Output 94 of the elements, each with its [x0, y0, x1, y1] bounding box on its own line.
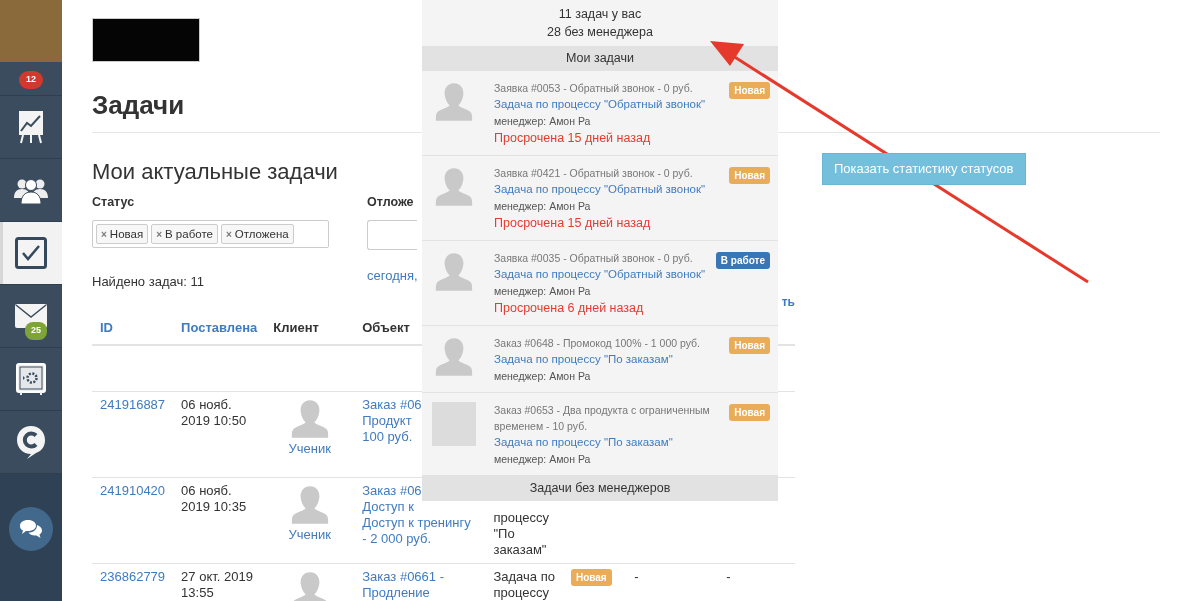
token-label: Новая [109, 227, 144, 240]
table-cell: - [726, 568, 731, 584]
task-source: Заказ #0648 - Промокод 100% - 1 000 руб. [494, 336, 702, 351]
status-badge: Новая [729, 82, 770, 99]
task-item[interactable]: Заявка #0421 - Обратный звонок - 0 руб. Задача по процессу "Обратный звонок" менеджер: Амон Ра Просрочена 15 дней назад Новая [422, 156, 778, 241]
object-link[interactable]: Доступ к тренингу [362, 514, 478, 531]
today-link[interactable]: сегодня, [367, 265, 418, 286]
status-select[interactable]: × Новая × В работе × Отложена [92, 219, 329, 248]
process-text: процессу [493, 584, 550, 601]
chat-icon [19, 519, 43, 539]
process-text: Задача по [493, 568, 555, 585]
page-title: Задачи [92, 90, 185, 120]
sidebar-item[interactable] [0, 222, 62, 285]
task-title-link[interactable]: Задача по процессу "Обратный звонок" [494, 266, 712, 283]
chart-board-icon [18, 110, 44, 144]
token-label: В работе [165, 227, 213, 240]
task-item[interactable]: Заявка #0053 - Обратный звонок - 0 руб. Задача по процессу "Обратный звонок" менеджер: Амон Ра Просрочена 15 дней назад Новая [422, 71, 778, 156]
overdue-text: Просрочена 15 дней назад [494, 215, 652, 232]
section-header: Мои задачи [422, 46, 778, 71]
sidebar-item[interactable] [0, 159, 62, 222]
column-header[interactable]: ID [100, 320, 113, 335]
status-badge: Новая [570, 568, 612, 586]
photo-placeholder [432, 402, 476, 446]
manager-text: менеджер: Амон Ра [494, 199, 592, 214]
date-text: 27 окт. 2019 [181, 568, 254, 585]
task-item[interactable]: Заказ #0648 - Промокод 100% - 1 000 руб. Задача по процессу "По заказам" менеджер: Амон Ра Новая [422, 326, 778, 393]
filter-label: Статус [92, 194, 136, 211]
task-title-link[interactable]: Задача по процессу "По заказам" [494, 434, 726, 451]
date-text: 06 нояб. [181, 396, 233, 413]
safe-icon [16, 363, 46, 395]
task-source: Заказ #0653 - Два продукта с ограниченным временем - 10 руб. [494, 403, 711, 434]
remove-icon[interactable]: × [156, 228, 162, 240]
task-source: Заявка #0053 - Обратный звонок - 0 руб. [494, 81, 694, 96]
task-source: Заявка #0035 - Обратный звонок - 0 руб. [494, 251, 694, 266]
task-title-link[interactable]: Задача по процессу "По заказам" [494, 351, 726, 368]
process-text: процессу [493, 509, 550, 526]
token-label: Отложена [234, 227, 289, 240]
sidebar-item[interactable] [0, 96, 62, 159]
status-token[interactable]: × В работе [151, 223, 218, 244]
notification-count: 12 [19, 71, 43, 89]
reset-link[interactable]: ть [781, 293, 795, 312]
filter-label: Отложе [367, 194, 415, 211]
object-link[interactable]: Заказ #0661 - [362, 568, 478, 585]
overdue-text: Просрочена 6 дней назад [494, 300, 645, 317]
task-source: Заявка #0421 - Обратный звонок - 0 руб. [494, 166, 694, 181]
date-text: 2019 10:35 [181, 498, 248, 515]
table-cell: - [634, 568, 639, 584]
date-text: 13:55 [181, 584, 215, 601]
task-id-link[interactable]: 241916887 [100, 396, 166, 412]
manager-text: менеджер: Амон Ра [494, 452, 592, 467]
task-id-link[interactable]: 241910420 [100, 482, 166, 498]
summary-text: 11 задач у вас [557, 6, 643, 23]
sidebar-item[interactable] [0, 411, 62, 474]
column-header: Клиент [273, 320, 319, 335]
overdue-text: Просрочена 15 дней назад [494, 130, 652, 147]
process-text: заказам" [493, 541, 548, 558]
status-badge: В работе [715, 252, 770, 269]
column-header[interactable]: Поставлена [181, 320, 258, 335]
remove-icon[interactable]: × [225, 228, 232, 240]
checkbox-icon [15, 237, 47, 269]
task-item[interactable]: Заявка #0035 - Обратный звонок - 0 руб. Задача по процессу "Обратный звонок" менеджер: Амон Ра Просрочена 6 дней назад В работе [422, 241, 778, 326]
status-token[interactable]: × Отложена [220, 223, 294, 244]
task-id-link[interactable]: 236862779 [100, 568, 166, 584]
unread-count: 25 [25, 322, 47, 340]
people-icon [14, 176, 48, 204]
sidebar-item[interactable] [0, 348, 62, 411]
found-count: Найдено задач: 11 [92, 272, 205, 291]
object-link[interactable]: Доступ к [362, 498, 478, 515]
summary-text: 28 без менеджера [546, 24, 654, 41]
manager-text: менеджер: Амон Ра [494, 369, 592, 384]
column-header: Объект [362, 320, 410, 335]
status-badge: Новая [729, 337, 770, 354]
client-link[interactable]: Ученик [273, 440, 347, 457]
sidebar-item[interactable]: 25 [0, 285, 62, 348]
chat-button[interactable] [9, 507, 53, 551]
process-text: "По [493, 525, 516, 542]
remove-icon[interactable]: × [101, 228, 107, 240]
date-text: 06 нояб. [181, 482, 233, 499]
date-input[interactable] [367, 219, 417, 250]
object-link[interactable]: - 2 000 руб. [362, 530, 478, 547]
manager-text: менеджер: Амон Ра [494, 114, 592, 129]
section-header: Задачи без менеджеров [422, 476, 778, 501]
section-title: Мои актуальные задачи [92, 159, 338, 185]
task-title-link[interactable]: Задача по процессу "Обратный звонок" [494, 96, 726, 113]
manager-text: менеджер: Амон Ра [494, 284, 592, 299]
object-link[interactable]: Продление [362, 584, 478, 601]
client-link[interactable]: Ученик [273, 526, 347, 543]
speech-bubble-logo-icon [16, 425, 46, 459]
date-text: 2019 10:50 [181, 412, 248, 429]
status-badge: Новая [729, 167, 770, 184]
task-title-link[interactable]: Задача по процессу "Обратный звонок" [494, 181, 726, 198]
envelope-icon [15, 304, 47, 328]
status-badge: Новая [729, 404, 770, 421]
status-token[interactable]: × Новая [96, 223, 149, 244]
